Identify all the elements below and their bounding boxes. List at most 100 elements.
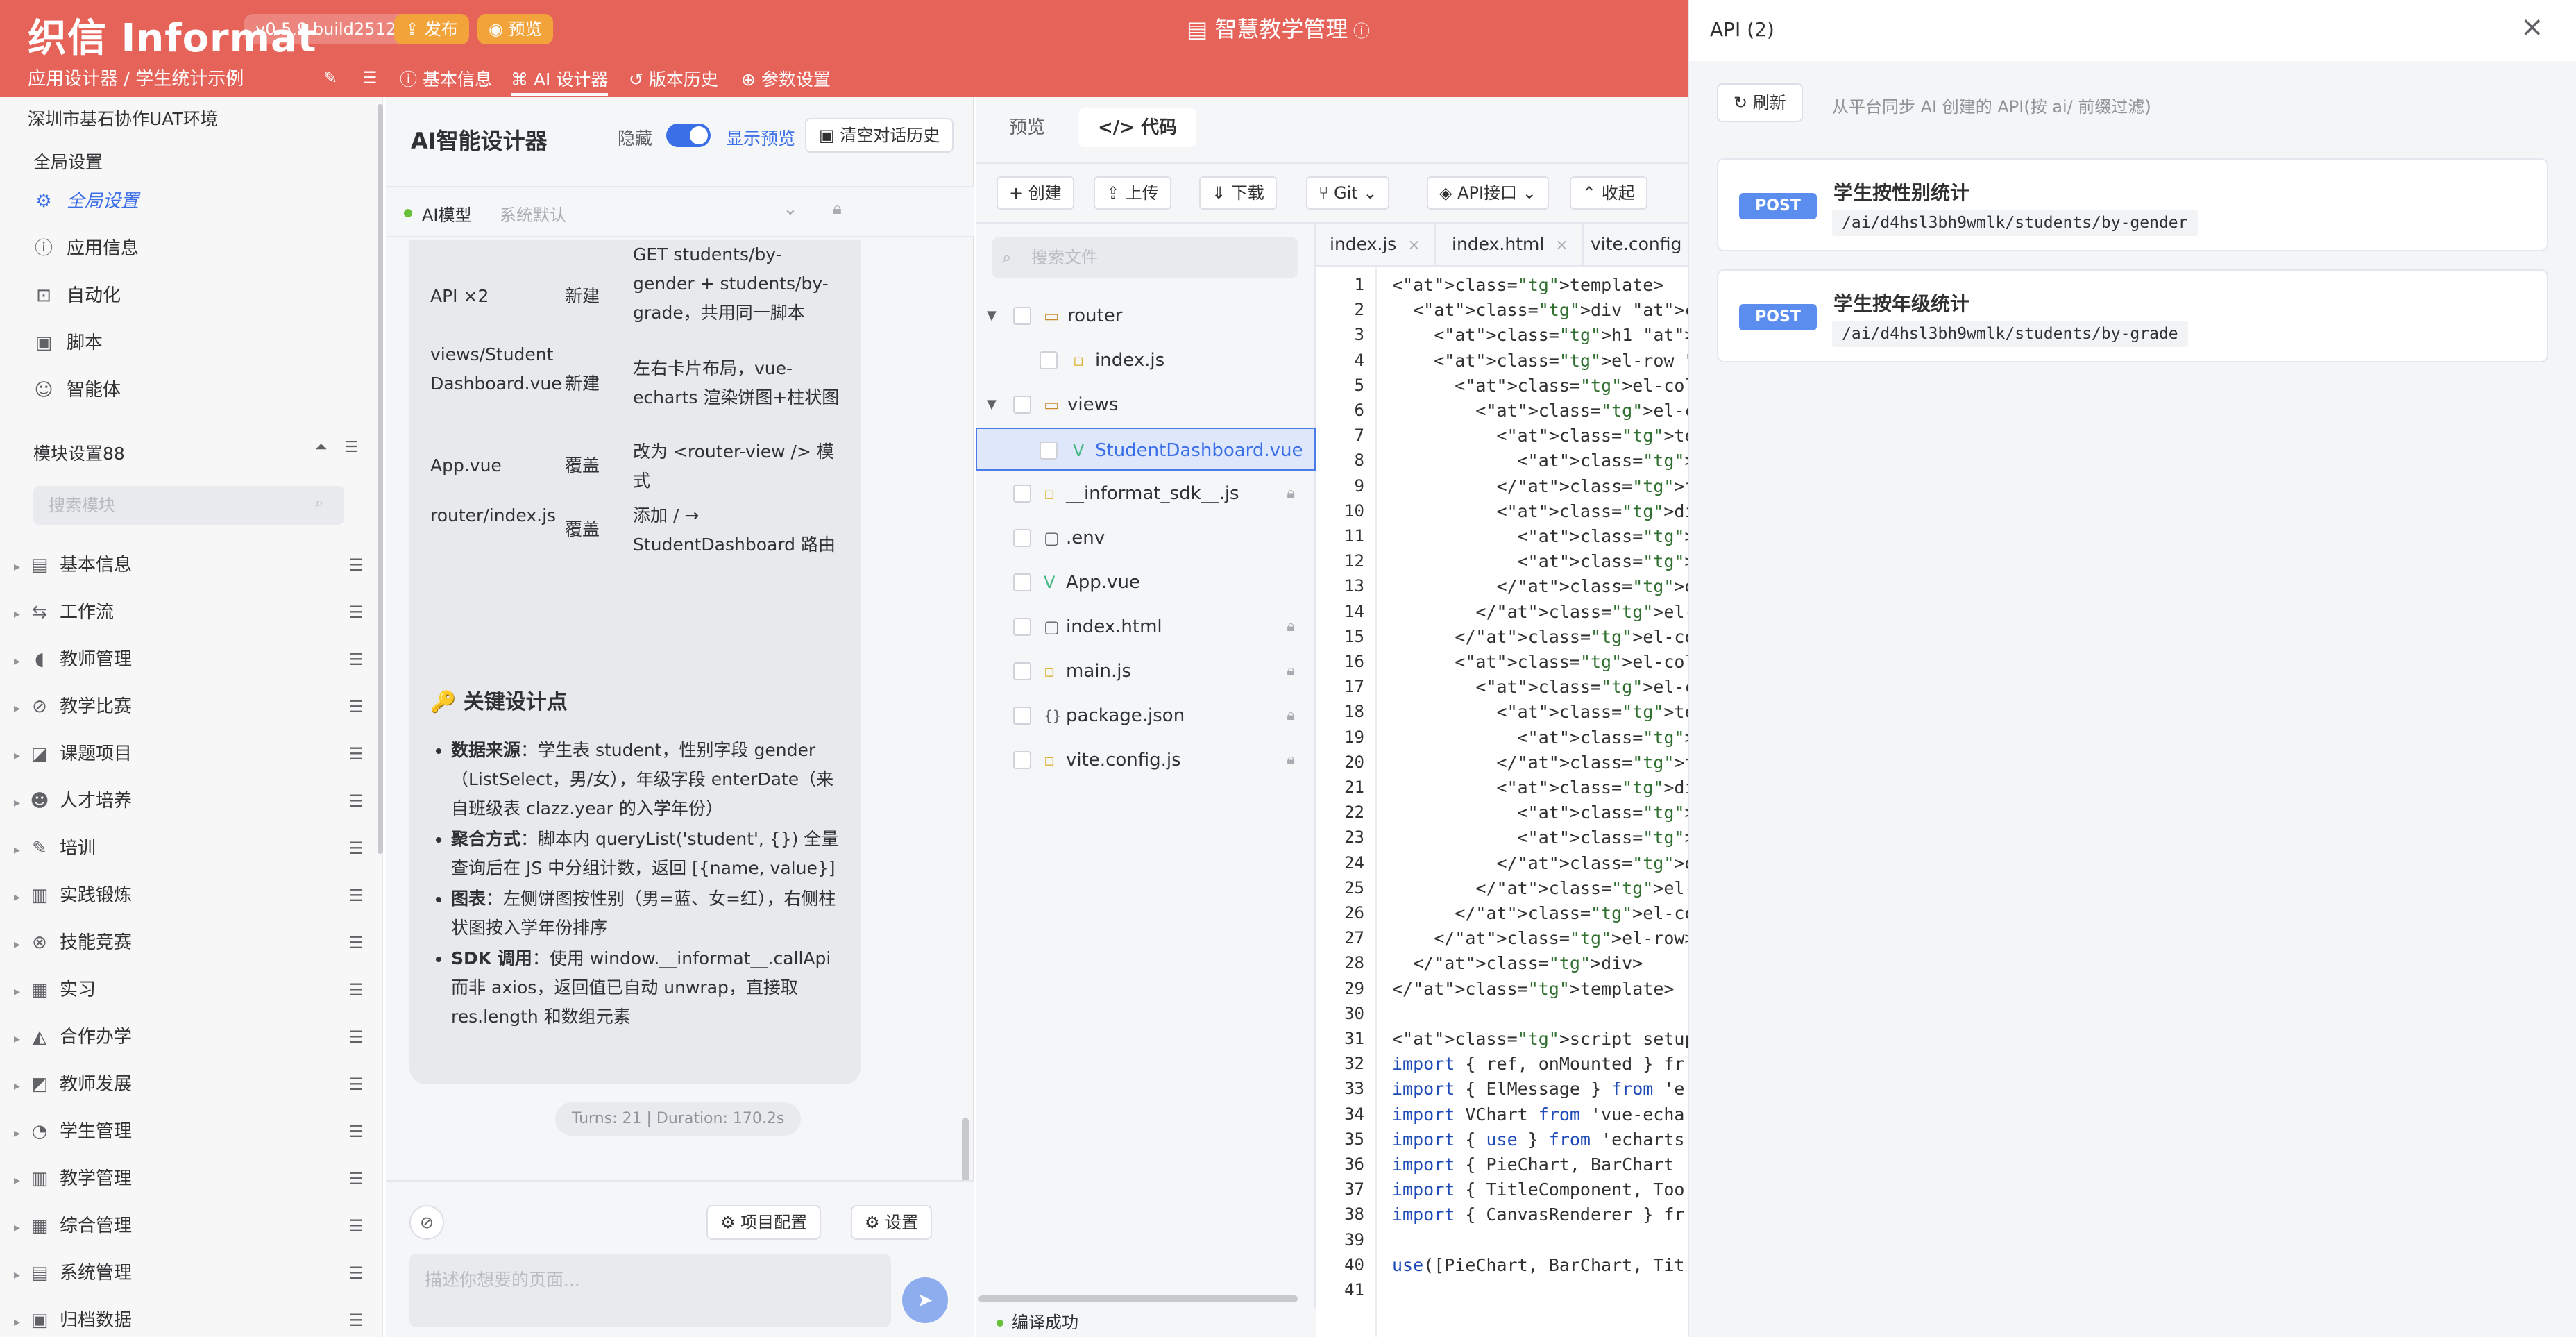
preview-toggle[interactable] xyxy=(666,124,711,147)
api-card[interactable]: POST 学生按性别统计 /ai/d4hsl3bh9wmlk/students/… xyxy=(1717,158,2548,251)
module-item[interactable]: ▸ ▦ 实习 ☰ xyxy=(14,970,369,1009)
upload-button[interactable]: ⇪ 上传 xyxy=(1094,176,1171,210)
module-item[interactable]: ▸ ▤ 系统管理 ☰ xyxy=(14,1254,369,1293)
menu-icon[interactable]: ☰ xyxy=(348,1206,364,1245)
project-config-button[interactable]: ⚙ 项目配置 xyxy=(706,1205,822,1240)
close-icon[interactable]: × xyxy=(1555,237,1568,254)
attach-icon[interactable]: ⊘ xyxy=(409,1205,444,1240)
checkbox[interactable] xyxy=(1013,485,1031,503)
module-search-input[interactable]: 搜索模块 xyxy=(33,486,344,525)
module-item[interactable]: ▸ ◔ 学生管理 ☰ xyxy=(14,1112,369,1151)
file-search-input[interactable]: ⌕ 搜索文件 xyxy=(992,237,1298,278)
sidebar-scrollbar[interactable] xyxy=(378,104,383,854)
module-item[interactable]: ▸ ▤ 基本信息 ☰ xyxy=(14,546,369,585)
module-item[interactable]: ▸ ▣ 归档数据 ☰ xyxy=(14,1301,369,1337)
sidebar-item-automation[interactable]: ⊡ 自动化 xyxy=(33,276,366,315)
menu-icon[interactable]: ☰ xyxy=(348,1065,364,1104)
checkbox[interactable] xyxy=(1013,662,1031,680)
checkbox[interactable] xyxy=(1013,573,1031,591)
list-icon[interactable]: ☰ xyxy=(362,68,378,87)
tab-preview[interactable]: 预览 xyxy=(990,108,1065,147)
menu-icon[interactable]: ☰ xyxy=(348,687,364,726)
file-tree-item[interactable]: ▫ vite.config.js 🔒︎ xyxy=(976,739,1316,782)
help-icon[interactable]: ⓘ xyxy=(1348,22,1370,41)
preview-button[interactable]: ◉ 预览 xyxy=(477,14,553,44)
sidebar-item-global-settings[interactable]: ⚙ 全局设置 xyxy=(33,182,366,221)
menu-icon[interactable]: ☰ xyxy=(348,970,364,1009)
close-icon[interactable]: × xyxy=(2520,11,2544,43)
module-item[interactable]: ▸ ☻ 人才培养 ☰ xyxy=(14,782,369,821)
settings-button[interactable]: ⚙ 设置 xyxy=(851,1205,933,1240)
module-item[interactable]: ▸ ▦ 综合管理 ☰ xyxy=(14,1206,369,1245)
module-item[interactable]: ▸ ◩ 教师发展 ☰ xyxy=(14,1065,369,1104)
module-item[interactable]: ▸ ⊗ 技能竞赛 ☰ xyxy=(14,923,369,962)
close-icon[interactable]: × xyxy=(1407,237,1420,254)
menu-icon[interactable]: ☰ xyxy=(348,734,364,773)
module-item[interactable]: ▸ ✎ 培训 ☰ xyxy=(14,829,369,868)
code-editor[interactable]: index.js × index.html × vite.config 123456… xyxy=(1316,224,1688,1337)
file-tree-item[interactable]: V App.vue xyxy=(976,561,1316,604)
module-item[interactable]: ▸ ◭ 合作办学 ☰ xyxy=(14,1018,369,1057)
menu-icon[interactable]: ☰ xyxy=(348,782,364,821)
publish-button[interactable]: ⇪ 发布 xyxy=(394,14,469,44)
git-dropdown[interactable]: ⑂ Git ⌄ xyxy=(1306,176,1390,210)
collapse-icon[interactable]: ⏶ xyxy=(315,439,328,456)
send-icon[interactable]: ➤ xyxy=(902,1277,948,1323)
checkbox[interactable] xyxy=(1013,618,1031,636)
file-tree-item[interactable]: {} package.json 🔒︎ xyxy=(976,694,1316,737)
checkbox[interactable] xyxy=(1013,707,1031,725)
sort-icon[interactable]: ☰ xyxy=(344,439,358,456)
file-tree-item[interactable]: ▢ .env xyxy=(976,516,1316,560)
menu-icon[interactable]: ☰ xyxy=(348,829,364,868)
menu-icon[interactable]: ☰ xyxy=(348,876,364,915)
sidebar-item-agent[interactable]: ☺ 智能体 xyxy=(33,371,366,410)
menu-icon[interactable]: ☰ xyxy=(348,593,364,632)
module-item[interactable]: ▸ ◖ 教师管理 ☰ xyxy=(14,640,369,679)
file-tree-item[interactable]: ▼ ▭ router xyxy=(976,294,1316,337)
prompt-input[interactable]: 描述你想要的页面... xyxy=(409,1254,891,1327)
checkbox[interactable] xyxy=(1013,751,1031,769)
module-item[interactable]: ▸ ▥ 实践锻炼 ☰ xyxy=(14,876,369,915)
tab-version-history[interactable]: ↺ 版本历史 xyxy=(629,67,718,93)
module-item[interactable]: ▸ ⊘ 教学比赛 ☰ xyxy=(14,687,369,726)
file-tree-item[interactable]: ▫ index.js xyxy=(976,339,1316,382)
file-tree-item[interactable]: ▫ main.js 🔒︎ xyxy=(976,650,1316,693)
editor-tab[interactable]: index.js × xyxy=(1316,224,1436,265)
menu-icon[interactable]: ☰ xyxy=(348,923,364,962)
api-dropdown[interactable]: ◈ API接口 ⌄ xyxy=(1427,176,1549,210)
file-tree-scrollbar[interactable] xyxy=(978,1295,1298,1302)
refresh-button[interactable]: ↻ 刷新 xyxy=(1717,83,1803,122)
create-button[interactable]: + 创建 xyxy=(997,176,1074,210)
tab-parameters[interactable]: ⊕ 参数设置 xyxy=(741,67,831,93)
menu-icon[interactable]: ☰ xyxy=(348,1301,364,1337)
menu-icon[interactable]: ☰ xyxy=(348,546,364,585)
chat-scrollbar[interactable] xyxy=(962,1118,969,1187)
menu-icon[interactable]: ☰ xyxy=(348,640,364,679)
sidebar-item-script[interactable]: ▣ 脚本 xyxy=(33,323,366,362)
file-tree-item[interactable]: ▢ index.html 🔒︎ xyxy=(976,605,1316,648)
collapse-button[interactable]: ⌃ 收起 xyxy=(1570,176,1647,210)
editor-tab[interactable]: index.html × xyxy=(1438,224,1584,265)
menu-icon[interactable]: ☰ xyxy=(348,1018,364,1057)
api-card[interactable]: POST 学生按年级统计 /ai/d4hsl3bh9wmlk/students/… xyxy=(1717,269,2548,362)
tab-basic-info[interactable]: ⓘ 基本信息 xyxy=(400,67,492,93)
tab-ai-designer[interactable]: ⌘ AI 设计器 xyxy=(511,67,609,96)
sidebar-item-app-info[interactable]: ⓘ 应用信息 xyxy=(33,229,366,268)
menu-icon[interactable]: ☰ xyxy=(348,1112,364,1151)
file-tree-item[interactable]: ▫ __informat_sdk__.js 🔒︎ xyxy=(976,472,1316,515)
checkbox[interactable] xyxy=(1040,442,1058,460)
download-button[interactable]: ⇓ 下载 xyxy=(1199,176,1277,210)
file-tree-item[interactable]: ▼ ▭ views xyxy=(976,383,1316,426)
checkbox[interactable] xyxy=(1040,351,1058,369)
clear-history-button[interactable]: ▣ 清空对话历史 xyxy=(805,118,954,153)
menu-icon[interactable]: ☰ xyxy=(348,1159,364,1198)
checkbox[interactable] xyxy=(1013,396,1031,414)
checkbox[interactable] xyxy=(1013,529,1031,547)
module-item[interactable]: ▸ ⇆ 工作流 ☰ xyxy=(14,593,369,632)
module-item[interactable]: ▸ ◪ 课题项目 ☰ xyxy=(14,734,369,773)
tab-code[interactable]: </> 代码 xyxy=(1078,108,1197,147)
edit-icon[interactable]: ✎ xyxy=(323,68,337,87)
checkbox[interactable] xyxy=(1013,307,1031,325)
module-item[interactable]: ▸ ▥ 教学管理 ☰ xyxy=(14,1159,369,1198)
editor-tab[interactable]: vite.config xyxy=(1577,224,1688,265)
